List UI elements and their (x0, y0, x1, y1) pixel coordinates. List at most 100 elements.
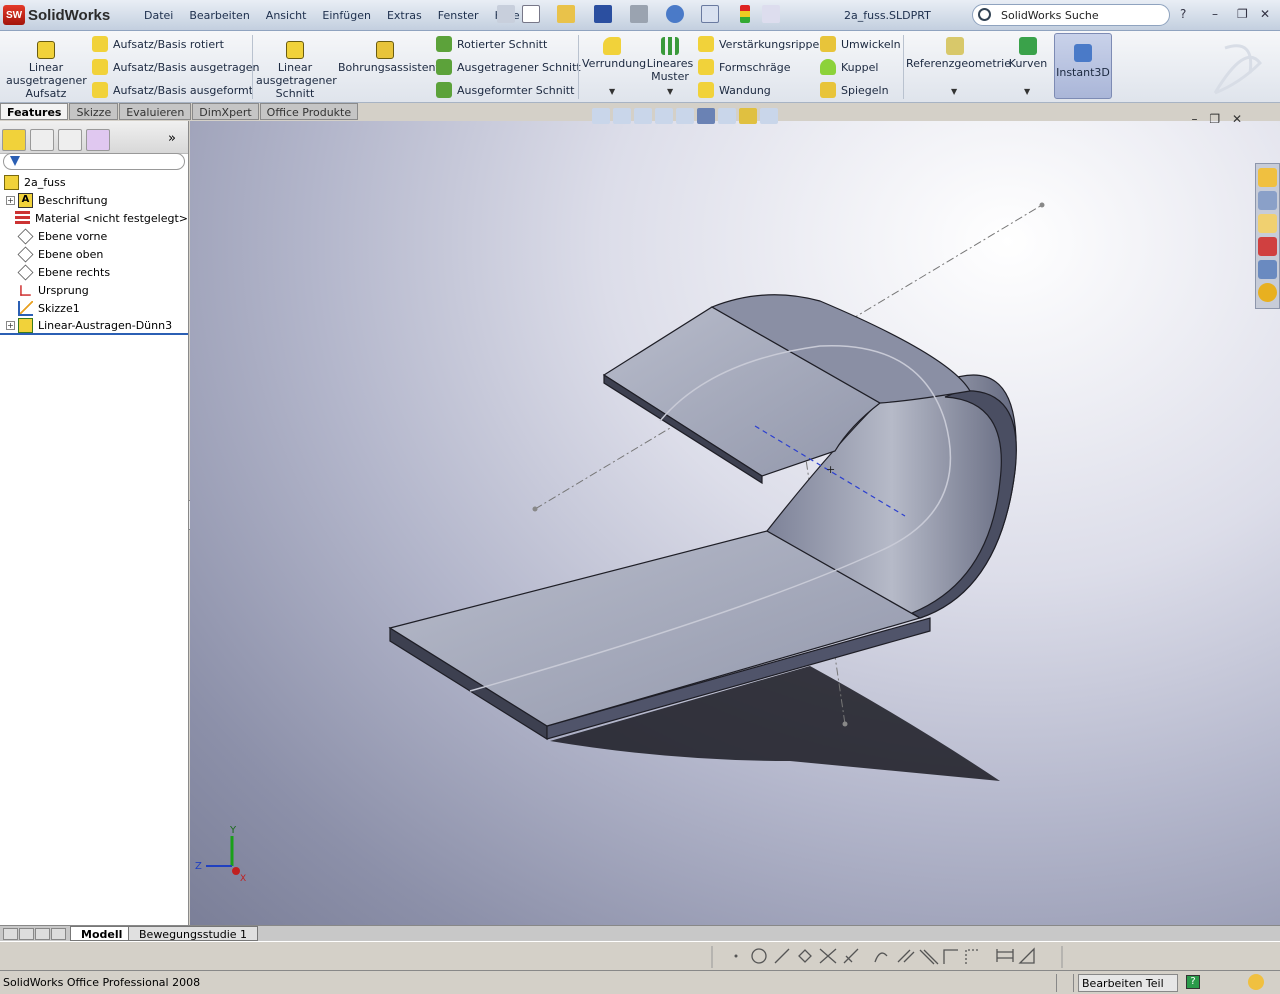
point-tool-icon[interactable] (734, 954, 738, 958)
draft-button[interactable]: Formschräge (698, 57, 790, 77)
viewport-minimize-button[interactable]: – (1192, 112, 1198, 126)
expand-icon[interactable]: + (6, 320, 15, 330)
tree-filter-input[interactable] (3, 153, 185, 170)
swept-boss-button[interactable]: Aufsatz/Basis ausgetragen (92, 57, 259, 77)
lofted-boss-button[interactable]: Aufsatz/Basis ausgeformt (92, 80, 253, 100)
appearances-icon[interactable] (1258, 283, 1277, 302)
angle-tool-icon[interactable] (1018, 947, 1035, 964)
wrap-button[interactable]: Umwickeln (820, 34, 901, 54)
tangent-tool-icon[interactable] (874, 952, 888, 963)
display-style-icon[interactable] (697, 108, 715, 124)
section-view-icon[interactable] (655, 108, 673, 124)
tab-skizze[interactable]: Skizze (69, 103, 119, 120)
close-button[interactable]: ✕ (1260, 7, 1270, 21)
horizontal-tool-icon[interactable] (943, 949, 958, 964)
print-icon[interactable] (630, 5, 648, 23)
circle-tool-icon[interactable] (751, 948, 767, 964)
select-arrow-icon[interactable] (701, 5, 719, 23)
restore-button[interactable]: ❐ (1237, 7, 1248, 21)
tree-item-ebene-rechts[interactable]: Ebene rechts (0, 263, 188, 281)
curves-dropdown-icon[interactable]: ▼ (1024, 87, 1030, 96)
revolved-cut-button[interactable]: Rotierter Schnitt (436, 34, 547, 54)
graphics-area[interactable]: + Y Z X (190, 121, 1280, 925)
tree-item-beschriftung[interactable]: + A Beschriftung (0, 191, 188, 209)
minimize-button[interactable]: – (1212, 7, 1218, 21)
help-button[interactable]: ? (1180, 7, 1186, 21)
fillet-dropdown-icon[interactable]: ▼ (609, 87, 615, 96)
reference-geometry-button[interactable]: Referenzgeometrie (906, 37, 1011, 70)
pin-icon[interactable] (497, 5, 515, 23)
tree-item-linear-austragen[interactable]: + Linear-Austragen-Dünn3 (0, 317, 188, 335)
help-tip-icon[interactable]: ? (1186, 975, 1200, 989)
menu-fenster[interactable]: Fenster (430, 6, 487, 25)
polygon-tool-icon[interactable] (798, 949, 812, 963)
home-icon[interactable] (1258, 168, 1277, 187)
rebuild-status-icon[interactable] (1248, 974, 1264, 990)
menu-datei[interactable]: Datei (136, 6, 181, 25)
line-tool-icon[interactable] (774, 948, 790, 964)
tree-item-ursprung[interactable]: Ursprung (0, 281, 188, 299)
dimxpert-manager-tab-icon[interactable] (86, 129, 110, 151)
file-explorer-icon[interactable] (1258, 214, 1277, 233)
property-manager-tab-icon[interactable] (30, 129, 54, 151)
view-settings-icon[interactable] (760, 108, 778, 124)
trim-tool-icon[interactable] (819, 948, 837, 964)
new-document-icon[interactable] (522, 5, 540, 23)
relations-tool-icon[interactable] (965, 949, 980, 964)
dome-button[interactable]: Kuppel (820, 57, 878, 77)
tab-bewegungsstudie[interactable]: Bewegungsstudie 1 (128, 926, 259, 941)
view-orientation-icon[interactable] (676, 108, 694, 124)
viewport-restore-button[interactable]: ❐ (1209, 112, 1220, 126)
mirror-button[interactable]: Spiegeln (820, 80, 889, 100)
zoom-to-fit-icon[interactable] (592, 108, 610, 124)
menu-extras[interactable]: Extras (379, 6, 430, 25)
first-tab-icon[interactable] (3, 928, 18, 940)
tree-item-ebene-oben[interactable]: Ebene oben (0, 245, 188, 263)
menu-einfuegen[interactable]: Einfügen (314, 6, 379, 25)
prev-tab-icon[interactable] (19, 928, 34, 940)
hole-wizard-button[interactable]: Bohrungsassistent (338, 41, 440, 74)
app-logo[interactable]: SW SolidWorks (3, 5, 110, 25)
revolved-boss-button[interactable]: Aufsatz/Basis rotiert (92, 34, 224, 54)
instant3d-button[interactable]: Instant3D (1054, 33, 1112, 99)
open-folder-icon[interactable] (557, 5, 575, 23)
linear-pattern-button[interactable]: Lineares Muster (646, 37, 694, 83)
rib-button[interactable]: Verstärkungsrippe (698, 34, 819, 54)
parallel-tool-icon[interactable] (897, 949, 915, 963)
save-icon[interactable] (594, 5, 612, 23)
feature-manager-tab-icon[interactable] (2, 129, 26, 151)
expand-icon[interactable]: + (6, 195, 15, 205)
pattern-dropdown-icon[interactable]: ▼ (667, 87, 673, 96)
extend-tool-icon[interactable] (843, 948, 859, 964)
options-icon[interactable] (762, 5, 780, 23)
last-tab-icon[interactable] (51, 928, 66, 940)
tree-item-ebene-vorne[interactable]: Ebene vorne (0, 227, 188, 245)
search-input[interactable]: SolidWorks Suche (972, 4, 1170, 26)
menu-bearbeiten[interactable]: Bearbeiten (181, 6, 257, 25)
tree-root[interactable]: 2a_fuss (0, 173, 188, 191)
next-tab-icon[interactable] (35, 928, 50, 940)
linear-boss-button[interactable]: Linear ausgetragener Aufsatz (6, 41, 87, 100)
dimension-tool-icon[interactable] (996, 949, 1014, 962)
tree-item-skizze1[interactable]: Skizze1 (0, 299, 188, 317)
tab-evaluieren[interactable]: Evaluieren (119, 103, 192, 120)
toolbox-icon[interactable] (1258, 237, 1277, 256)
tab-features[interactable]: Features (0, 103, 69, 120)
viewport-close-button[interactable]: ✕ (1232, 112, 1242, 126)
undo-icon[interactable] (666, 5, 684, 23)
zoom-to-area-icon[interactable] (613, 108, 631, 124)
tree-item-material[interactable]: Material <nicht festgelegt> (0, 209, 188, 227)
view-palette-icon[interactable] (1258, 260, 1277, 279)
tab-office-produkte[interactable]: Office Produkte (259, 103, 359, 120)
configuration-manager-tab-icon[interactable] (58, 129, 82, 151)
previous-view-icon[interactable] (634, 108, 652, 124)
hide-show-icon[interactable] (718, 108, 736, 124)
tab-modell[interactable]: Modell (70, 926, 134, 941)
refgeom-dropdown-icon[interactable]: ▼ (951, 87, 957, 96)
extruded-cut-button[interactable]: Linear ausgetragener Schnitt (256, 41, 337, 100)
fillet-button[interactable]: Verrundung (582, 37, 646, 70)
traffic-light-icon[interactable] (740, 5, 750, 23)
lofted-cut-button[interactable]: Ausgeformter Schnitt (436, 80, 574, 100)
perpendicular-tool-icon[interactable] (919, 949, 939, 965)
design-library-icon[interactable] (1258, 191, 1277, 210)
